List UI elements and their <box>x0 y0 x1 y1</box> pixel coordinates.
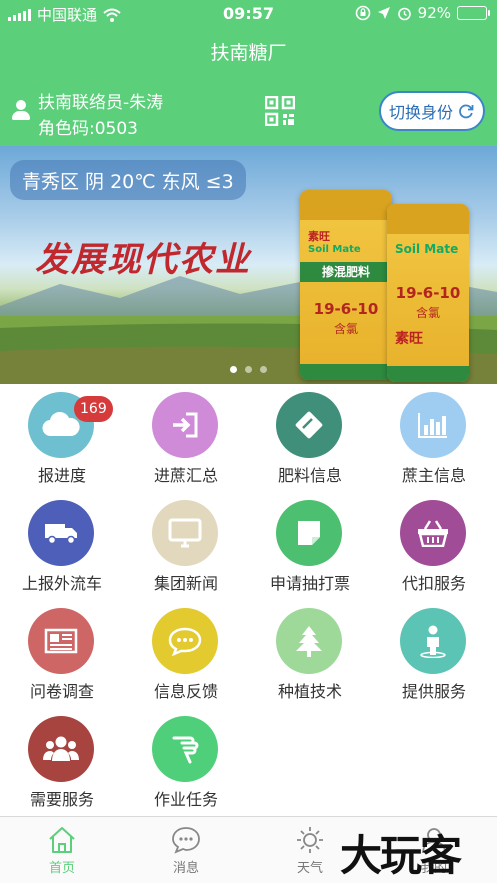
grid-item-provide-service[interactable]: 提供服务 <box>372 600 496 708</box>
grid-item-grower-info[interactable]: 蔗主信息 <box>372 384 496 492</box>
grid-label: 报进度 <box>37 466 86 485</box>
note-icon <box>276 500 342 566</box>
grid-label: 种植技术 <box>277 682 342 701</box>
bag-ratio-note: 含氯 <box>333 322 358 336</box>
bag2-brand-en: Soil Mate <box>395 242 459 256</box>
tab-label: 首页 <box>48 861 75 876</box>
bag2-ratio-note: 含氯 <box>415 306 440 320</box>
newspaper-icon <box>28 608 94 674</box>
status-right: 92% <box>355 4 490 22</box>
grid-item-planting-tech[interactable]: 种植技术 <box>248 600 372 708</box>
grid-label: 申请抽打票 <box>269 574 350 593</box>
fertilizer-bag-2: Soil Mate 19-6-10 含氯 素旺 <box>387 204 469 382</box>
status-bar: 中国联通 09:57 92% <box>0 0 497 26</box>
watermark: 大玩客 <box>340 831 462 880</box>
location-icon <box>377 7 390 19</box>
grid-item-work-task[interactable]: 作业任务 <box>124 708 248 816</box>
bar-chart-icon <box>400 392 466 458</box>
rotation-lock-icon <box>355 5 370 21</box>
fertilizer-bag: 素旺 Soil Mate 掺混肥料 19-6-10 含氯 <box>300 190 392 380</box>
tab-messages[interactable]: 消息 <box>124 817 248 883</box>
hand-icon <box>152 716 218 782</box>
feature-grid: 169 报进度 进蔗汇总 肥料信息 蔗主信息 上报外流车 集团新闻 申请抽打票 … <box>0 384 497 816</box>
monitor-icon <box>152 500 218 566</box>
grid-label: 提供服务 <box>401 682 466 701</box>
carousel-indicator[interactable] <box>0 366 497 373</box>
grid-label: 进蔗汇总 <box>153 466 218 485</box>
chat-icon <box>152 608 218 674</box>
switch-identity-label: 切换身份 <box>388 103 453 122</box>
grid-label: 问卷调查 <box>29 682 94 701</box>
refresh-icon <box>459 104 474 119</box>
page-title: 扶南糖厂 <box>210 42 287 64</box>
grid-item-fertilizer-info[interactable]: 肥料信息 <box>248 384 372 492</box>
grid-label: 信息反馈 <box>153 682 218 701</box>
user-info-row: 扶南联络员-朱涛 角色码:0503 切换身份 <box>0 86 497 139</box>
bag-product: 掺混肥料 <box>300 262 392 282</box>
truck-icon <box>28 500 94 566</box>
message-icon <box>172 827 200 854</box>
app-header: 中国联通 09:57 92% 扶南糖厂 扶南联络员-朱涛 角色码:0503 切换… <box>0 0 497 146</box>
grid-item-group-news[interactable]: 集团新闻 <box>124 492 248 600</box>
grid-label: 代扣服务 <box>401 574 466 593</box>
grid-item-cane-summary[interactable]: 进蔗汇总 <box>124 384 248 492</box>
tab-label: 消息 <box>172 861 199 876</box>
sun-icon <box>297 827 323 853</box>
switch-identity-button[interactable]: 切换身份 <box>379 91 485 131</box>
role-code: 角色码:0503 <box>38 119 138 139</box>
tree-icon <box>276 608 342 674</box>
grid-label: 作业任务 <box>153 790 218 809</box>
grid-item-ticket-request[interactable]: 申请抽打票 <box>248 492 372 600</box>
alarm-icon <box>397 7 411 20</box>
sign-in-icon <box>152 392 218 458</box>
basket-icon <box>400 500 466 566</box>
grid-label: 蔗主信息 <box>401 466 466 485</box>
grid-label: 集团新闻 <box>153 574 218 593</box>
person-icon <box>400 608 466 674</box>
qr-code-icon[interactable] <box>265 96 295 126</box>
grid-item-report-progress[interactable]: 169 报进度 <box>0 384 124 492</box>
weather-pill[interactable]: 青秀区 阴 20℃ 东风 ≤3 <box>10 160 246 200</box>
grid-item-feedback[interactable]: 信息反馈 <box>124 600 248 708</box>
promo-banner[interactable]: 青秀区 阴 20℃ 东风 ≤3 发展现代农业 素旺 Soil Mate 掺混肥料… <box>0 146 497 384</box>
grid-item-survey[interactable]: 问卷调查 <box>0 600 124 708</box>
grid-label: 需要服务 <box>29 790 94 809</box>
grid-item-deduction-service[interactable]: 代扣服务 <box>372 492 496 600</box>
banner-slogan: 发展现代农业 <box>35 240 251 280</box>
bag-brand-en: Soil Mate <box>308 244 361 255</box>
tag-icon <box>276 392 342 458</box>
grid-label: 上报外流车 <box>21 574 102 593</box>
user-avatar-icon <box>12 100 30 120</box>
tab-home[interactable]: 首页 <box>0 817 124 883</box>
bag2-brand: 素旺 <box>395 331 423 347</box>
battery-icon <box>457 6 490 20</box>
user-name: 扶南联络员-朱涛 <box>38 93 164 113</box>
bag-brand: 素旺 <box>308 230 330 243</box>
grid-label: 肥料信息 <box>277 466 342 485</box>
grid-item-report-truck[interactable]: 上报外流车 <box>0 492 124 600</box>
progress-badge: 169 <box>74 396 113 422</box>
bag-ratio: 19-6-10 <box>313 300 379 318</box>
home-icon <box>49 827 75 853</box>
bag2-ratio: 19-6-10 <box>395 284 461 302</box>
grid-item-need-service[interactable]: 需要服务 <box>0 708 124 816</box>
battery-percent: 92% <box>417 4 451 22</box>
group-icon <box>28 716 94 782</box>
